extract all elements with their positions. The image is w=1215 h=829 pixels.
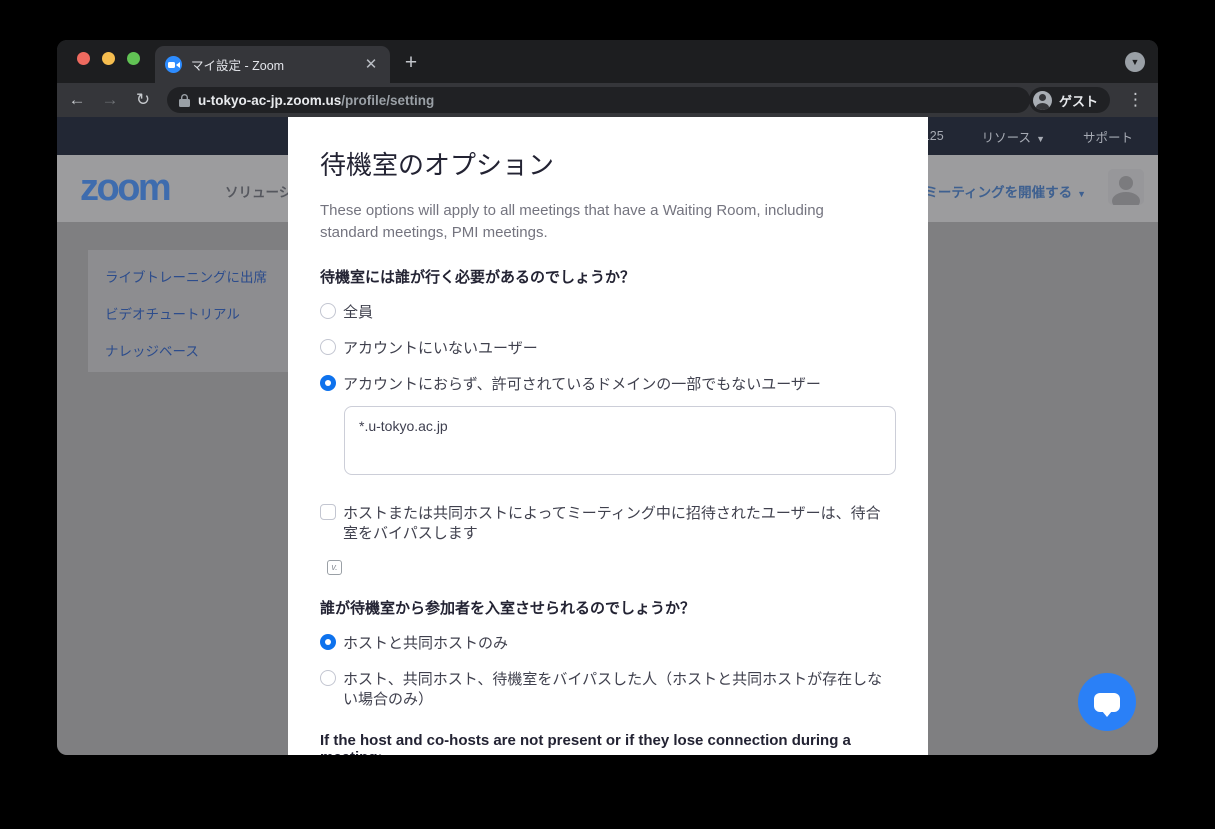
zoom-logo[interactable]: zoom [80, 167, 169, 210]
browser-menu-icon[interactable]: ⋮ [1127, 88, 1144, 112]
address-bar[interactable]: u-tokyo-ac-jp.zoom.us/profile/setting [167, 87, 1030, 113]
link-video-tutorials[interactable]: ビデオチュートリアル [105, 303, 240, 323]
url-path: /profile/setting [341, 93, 434, 108]
nav-solutions-clipped[interactable]: ソリューション [225, 181, 288, 202]
browser-tab[interactable]: マイ設定 - Zoom ✕ [155, 46, 390, 83]
chat-support-button[interactable] [1078, 673, 1136, 731]
guest-avatar-icon [1033, 91, 1052, 110]
back-button[interactable]: ← [64, 87, 90, 113]
radio-option-users-not-in-allowed-domains[interactable]: アカウントにおらず、許可されているドメインの一部でもないユーザー [320, 375, 896, 395]
browser-update-button[interactable]: ▼ [1125, 52, 1145, 72]
allowed-domains-textarea[interactable]: *.u-tokyo.ac.jp [344, 406, 896, 475]
fullscreen-window-button[interactable] [127, 52, 140, 65]
url-host: u-tokyo-ac-jp.zoom.us [198, 93, 341, 108]
radio-option-everyone[interactable]: 全員 [320, 303, 896, 323]
question-who-goes-to-waiting-room: 待機室には誰が行く必要があるのでしょうか？ [320, 266, 896, 287]
chevron-down-icon: ▼ [1036, 134, 1045, 144]
chat-bubble-icon [1094, 693, 1120, 712]
radio-icon[interactable] [320, 339, 336, 355]
browser-window: マイ設定 - Zoom ✕ + ▼ ← → ↻ u-tokyo-ac-jp.zo… [57, 40, 1158, 755]
tab-strip: マイ設定 - Zoom ✕ + ▼ [57, 40, 1158, 83]
forward-button[interactable]: → [97, 87, 123, 113]
broken-image-icon: v. [327, 560, 342, 575]
radio-option-host-cohost-bypass[interactable]: ホスト、共同ホスト、待機室をバイパスした人（ホストと共同ホストが存在しない場合の… [320, 670, 896, 710]
resources-menu[interactable]: リソース▼ [982, 127, 1045, 146]
browser-toolbar: ← → ↻ u-tokyo-ac-jp.zoom.us/profile/sett… [57, 83, 1158, 117]
account-avatar[interactable] [1108, 169, 1144, 205]
close-window-button[interactable] [77, 52, 90, 65]
minimize-window-button[interactable] [102, 52, 115, 65]
checkbox-bypass-waiting-room[interactable]: ホストまたは共同ホストによってミーティング中に招待されたユーザーは、待合室をバイ… [320, 504, 896, 544]
lock-icon [179, 94, 190, 107]
radio-icon[interactable] [320, 670, 336, 686]
checkbox-icon[interactable] [320, 504, 336, 520]
window-controls [77, 52, 140, 65]
link-live-training[interactable]: ライブトレーニングに出席 [105, 266, 267, 286]
help-links-panel: ライブトレーニングに出席 ビデオチュートリアル ナレッジベース [88, 250, 288, 372]
profile-guest-button[interactable]: ゲスト [1029, 87, 1110, 113]
link-knowledge-base[interactable]: ナレッジベース [105, 340, 199, 360]
download-caret-icon: ▼ [1131, 57, 1140, 67]
desktop-background: マイ設定 - Zoom ✕ + ▼ ← → ↻ u-tokyo-ac-jp.zo… [0, 0, 1215, 829]
support-link[interactable]: サポート [1083, 127, 1133, 146]
radio-option-users-not-in-account[interactable]: アカウントにいないユーザー [320, 339, 896, 359]
radio-selected-icon[interactable] [320, 634, 336, 650]
modal-description: These options will apply to all meetings… [320, 200, 850, 244]
radio-icon[interactable] [320, 303, 336, 319]
reload-button[interactable]: ↻ [130, 87, 156, 113]
tab-close-icon[interactable]: ✕ [362, 56, 380, 74]
question-who-can-admit: 誰が待機室から参加者を入室させられるのでしょうか？ [320, 597, 896, 618]
modal-title: 待機室のオプション [320, 145, 896, 182]
chevron-down-icon: ▼ [1077, 189, 1086, 199]
host-meeting-menu[interactable]: ミーティングを開催する▼ [924, 181, 1086, 201]
waiting-room-options-modal: 待機室のオプション These options will apply to al… [288, 117, 928, 755]
radio-option-host-cohost-only[interactable]: ホストと共同ホストのみ [320, 634, 896, 654]
guest-label: ゲスト [1059, 91, 1098, 110]
radio-selected-icon[interactable] [320, 375, 336, 391]
question-host-not-present: If the host and co-hosts are not present… [320, 732, 896, 755]
zoom-favicon-icon [165, 56, 182, 73]
new-tab-button[interactable]: + [397, 50, 425, 78]
tab-title: マイ設定 - Zoom [191, 55, 362, 74]
zoom-settings-page-dimmed: 88.799.0125 リソース▼ サポート zoom ソリューション ミーティ… [57, 117, 1158, 755]
